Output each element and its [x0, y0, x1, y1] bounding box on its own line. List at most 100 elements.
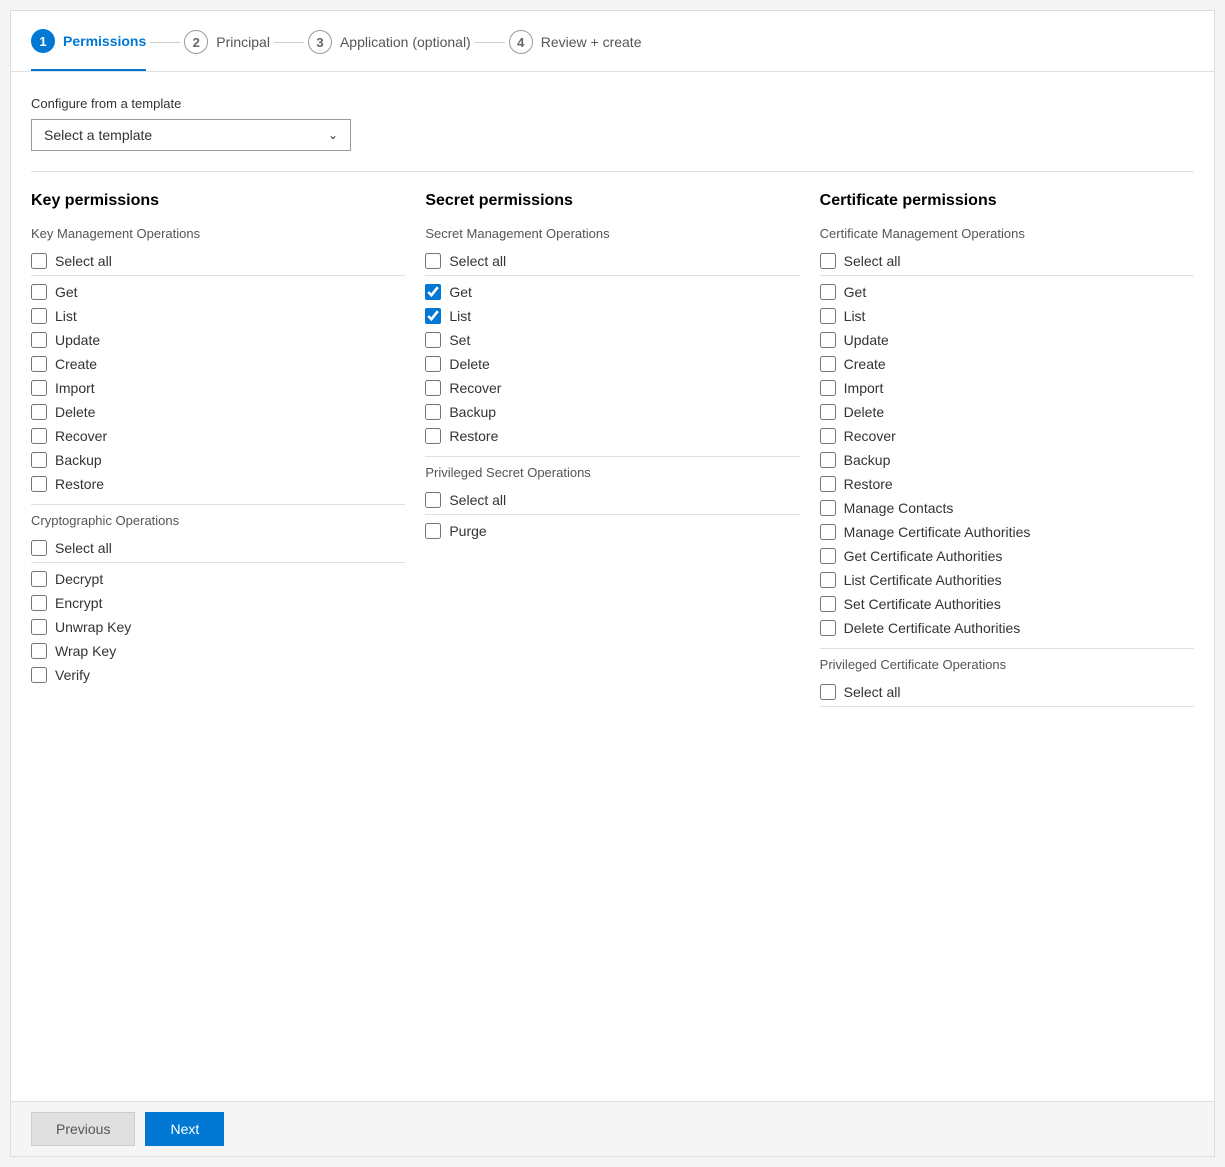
secret-select-all-checkbox[interactable] [425, 253, 441, 269]
cert-set-ca: Set Certificate Authorities [820, 592, 1194, 616]
secret-list-checkbox[interactable] [425, 308, 441, 324]
secret-set: Set [425, 328, 799, 352]
cert-list-checkbox[interactable] [820, 308, 836, 324]
step-permissions[interactable]: 1 Permissions [31, 29, 146, 71]
step-1-circle: 1 [31, 29, 55, 53]
secret-recover-checkbox[interactable] [425, 380, 441, 396]
key-create-checkbox[interactable] [31, 356, 47, 372]
secret-backup-checkbox[interactable] [425, 404, 441, 420]
priv-secret-select-all-checkbox[interactable] [425, 492, 441, 508]
cert-get-ca-checkbox[interactable] [820, 548, 836, 564]
crypto-select-all-checkbox[interactable] [31, 540, 47, 556]
cert-manage-ca-checkbox[interactable] [820, 524, 836, 540]
key-encrypt-label: Encrypt [55, 595, 102, 611]
cert-recover-checkbox[interactable] [820, 428, 836, 444]
cert-get-ca: Get Certificate Authorities [820, 544, 1194, 568]
step-2-label: Principal [216, 34, 270, 50]
cert-get-checkbox[interactable] [820, 284, 836, 300]
cert-get: Get [820, 280, 1194, 304]
key-delete: Delete [31, 400, 405, 424]
secret-set-checkbox[interactable] [425, 332, 441, 348]
cert-set-ca-label: Set Certificate Authorities [844, 596, 1001, 612]
key-get-checkbox[interactable] [31, 284, 47, 300]
step-2-circle: 2 [184, 30, 208, 54]
key-restore-checkbox[interactable] [31, 476, 47, 492]
key-create: Create [31, 352, 405, 376]
cert-mgmt-ops-title: Certificate Management Operations [820, 226, 1194, 241]
key-wrap-checkbox[interactable] [31, 643, 47, 659]
key-backup-checkbox[interactable] [31, 452, 47, 468]
cert-delete-ca-checkbox[interactable] [820, 620, 836, 636]
next-button[interactable]: Next [145, 1112, 224, 1146]
secret-get-checkbox[interactable] [425, 284, 441, 300]
step-review[interactable]: 4 Review + create [509, 30, 642, 70]
key-verify: Verify [31, 663, 405, 687]
key-encrypt: Encrypt [31, 591, 405, 615]
key-update-checkbox[interactable] [31, 332, 47, 348]
key-list-checkbox[interactable] [31, 308, 47, 324]
key-import-checkbox[interactable] [31, 380, 47, 396]
key-list-label: List [55, 308, 77, 324]
step-3-circle: 3 [308, 30, 332, 54]
key-unwrap-checkbox[interactable] [31, 619, 47, 635]
secret-restore-checkbox[interactable] [425, 428, 441, 444]
key-update-label: Update [55, 332, 100, 348]
secret-purge-checkbox[interactable] [425, 523, 441, 539]
priv-cert-select-all-checkbox[interactable] [820, 684, 836, 700]
template-label: Configure from a template [31, 96, 1194, 111]
step-principal[interactable]: 2 Principal [184, 30, 270, 70]
secret-delete-checkbox[interactable] [425, 356, 441, 372]
crypto-select-all: Select all [31, 536, 405, 563]
secret-section-divider [425, 456, 799, 457]
template-dropdown[interactable]: Select a template ⌄ [31, 119, 351, 151]
key-get-label: Get [55, 284, 78, 300]
key-decrypt-checkbox[interactable] [31, 571, 47, 587]
crypto-select-all-label: Select all [55, 540, 112, 556]
key-backup: Backup [31, 448, 405, 472]
cert-backup-checkbox[interactable] [820, 452, 836, 468]
key-recover-checkbox[interactable] [31, 428, 47, 444]
cert-recover: Recover [820, 424, 1194, 448]
key-get: Get [31, 280, 405, 304]
cert-create-checkbox[interactable] [820, 356, 836, 372]
cert-update-checkbox[interactable] [820, 332, 836, 348]
cert-delete-label: Delete [844, 404, 884, 420]
cert-import-checkbox[interactable] [820, 380, 836, 396]
previous-button[interactable]: Previous [31, 1112, 135, 1146]
key-create-label: Create [55, 356, 97, 372]
step-separator-1 [150, 42, 180, 43]
secret-recover: Recover [425, 376, 799, 400]
key-wrap: Wrap Key [31, 639, 405, 663]
step-separator-2 [274, 42, 304, 43]
key-permissions-column: Key permissions Key Management Operation… [31, 192, 405, 687]
step-1-label: Permissions [63, 33, 146, 49]
crypto-ops-title: Cryptographic Operations [31, 513, 405, 528]
section-divider [31, 171, 1194, 172]
cert-restore-checkbox[interactable] [820, 476, 836, 492]
wizard-footer: Previous Next [11, 1101, 1214, 1156]
cert-list-ca-checkbox[interactable] [820, 572, 836, 588]
key-delete-checkbox[interactable] [31, 404, 47, 420]
cert-select-all-checkbox[interactable] [820, 253, 836, 269]
key-select-all-checkbox[interactable] [31, 253, 47, 269]
secret-purge: Purge [425, 519, 799, 543]
secret-get: Get [425, 280, 799, 304]
key-encrypt-checkbox[interactable] [31, 595, 47, 611]
step-application[interactable]: 3 Application (optional) [308, 30, 471, 70]
key-restore-label: Restore [55, 476, 104, 492]
cert-delete-checkbox[interactable] [820, 404, 836, 420]
certificate-permissions-title: Certificate permissions [820, 192, 1194, 210]
cert-create: Create [820, 352, 1194, 376]
cert-section-divider [820, 648, 1194, 649]
cert-manage-contacts-checkbox[interactable] [820, 500, 836, 516]
priv-cert-select-all-label: Select all [844, 684, 901, 700]
priv-cert-ops-title: Privileged Certificate Operations [820, 657, 1194, 672]
key-recover-label: Recover [55, 428, 107, 444]
cert-set-ca-checkbox[interactable] [820, 596, 836, 612]
secret-backup: Backup [425, 400, 799, 424]
priv-secret-select-all-label: Select all [449, 492, 506, 508]
key-import-label: Import [55, 380, 95, 396]
key-mgmt-ops-title: Key Management Operations [31, 226, 405, 241]
key-verify-checkbox[interactable] [31, 667, 47, 683]
cert-get-label: Get [844, 284, 867, 300]
